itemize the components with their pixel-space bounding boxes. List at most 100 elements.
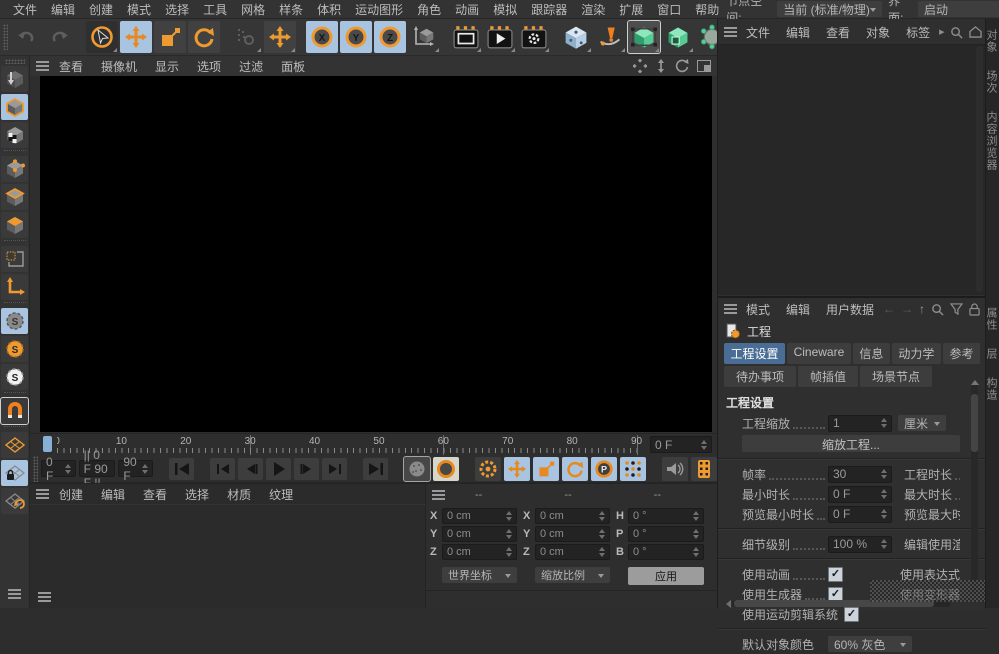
node-space-select[interactable]: 当前 (标准/物理) bbox=[777, 1, 882, 17]
menu-item[interactable]: 帮助 bbox=[688, 1, 726, 18]
menu-item[interactable]: 窗口 bbox=[650, 1, 688, 18]
tab-scene-nodes[interactable]: 场景节点 bbox=[860, 366, 932, 387]
preview-min-input[interactable]: 0 F bbox=[828, 506, 892, 523]
parent-object-icon[interactable]: ↑ bbox=[919, 302, 925, 316]
timeline-scrubber[interactable] bbox=[43, 436, 52, 452]
dock-tab[interactable]: 对象 bbox=[986, 22, 999, 60]
toolbar-grip[interactable] bbox=[5, 59, 25, 64]
dolly-view-icon[interactable] bbox=[655, 59, 667, 73]
menu-item[interactable]: 文件 bbox=[6, 1, 44, 18]
snap-settings-button[interactable]: S bbox=[1, 364, 28, 390]
sound-toggle-button[interactable] bbox=[662, 457, 688, 481]
material-bottom-menu-icon[interactable] bbox=[38, 592, 51, 602]
goto-end-button[interactable] bbox=[363, 458, 388, 480]
spinner-icon[interactable] bbox=[139, 461, 148, 477]
menu-item[interactable]: 编辑 bbox=[44, 1, 82, 18]
key-pla-button[interactable] bbox=[620, 457, 646, 481]
toggle-panel-icon[interactable] bbox=[697, 60, 711, 72]
rotation-p-input[interactable]: 0 ° bbox=[628, 526, 704, 542]
use-motion-clip-checkbox[interactable]: ✓ bbox=[844, 607, 859, 622]
menu-item[interactable]: 渲染 bbox=[574, 1, 612, 18]
render-picture-viewer-button[interactable] bbox=[484, 21, 516, 53]
tab-referencing[interactable]: 参考 bbox=[943, 343, 980, 364]
tab-keyframe-interpolation[interactable]: 帧插值 bbox=[798, 366, 858, 387]
range-start-field[interactable]: 0 F bbox=[41, 460, 76, 477]
dock-tab[interactable]: 属性 bbox=[986, 300, 999, 338]
z-axis-lock-button[interactable]: Z bbox=[374, 21, 406, 53]
attribute-menu-item[interactable]: 用户数据 bbox=[819, 301, 881, 318]
viewport-menu-icon[interactable] bbox=[36, 61, 49, 71]
toolbar-grip[interactable] bbox=[33, 456, 38, 482]
tab-todo[interactable]: 待办事项 bbox=[724, 366, 796, 387]
menu-item[interactable]: 网格 bbox=[234, 1, 272, 18]
key-position-button[interactable] bbox=[504, 457, 530, 481]
y-axis-lock-button[interactable]: Y bbox=[340, 21, 372, 53]
size-z-input[interactable]: 0 cm bbox=[535, 544, 610, 560]
enable-axis-button[interactable] bbox=[1, 274, 28, 300]
lock-icon[interactable] bbox=[969, 303, 980, 316]
scale-tool-button[interactable] bbox=[154, 21, 186, 53]
key-parameter-button[interactable]: P bbox=[591, 457, 617, 481]
default-color-select[interactable]: 60% 灰色 bbox=[828, 636, 912, 652]
viewport-menu-item[interactable]: 过滤 bbox=[231, 58, 271, 75]
spinner-icon[interactable] bbox=[62, 461, 71, 477]
magnet-snap-button[interactable] bbox=[1, 398, 28, 424]
position-z-input[interactable]: 0 cm bbox=[442, 544, 517, 560]
previous-key-button[interactable] bbox=[210, 458, 235, 480]
previous-frame-button[interactable] bbox=[238, 458, 263, 480]
menu-item[interactable]: 工具 bbox=[196, 1, 234, 18]
render-view-button[interactable] bbox=[450, 21, 482, 53]
menu-item[interactable]: 体积 bbox=[310, 1, 348, 18]
material-menu-item[interactable]: 创建 bbox=[51, 486, 91, 503]
position-x-input[interactable]: 0 cm bbox=[442, 508, 517, 524]
use-animation-checkbox[interactable]: ✓ bbox=[828, 567, 843, 582]
menu-item[interactable]: 动画 bbox=[448, 1, 486, 18]
filter-icon[interactable] bbox=[950, 303, 963, 315]
rotate-view-icon[interactable] bbox=[675, 59, 689, 73]
autokeying-button[interactable] bbox=[433, 457, 459, 481]
object-manager-menu-item[interactable]: 编辑 bbox=[779, 24, 817, 41]
viewport-menu-item[interactable]: 面板 bbox=[273, 58, 313, 75]
make-editable-button[interactable] bbox=[1, 66, 28, 92]
menu-item[interactable]: 运动图形 bbox=[348, 1, 410, 18]
attribute-menu-icon[interactable] bbox=[724, 304, 737, 314]
spinner-icon[interactable] bbox=[698, 437, 707, 453]
project-scale-input[interactable]: 1 bbox=[828, 415, 892, 432]
attribute-menu-item[interactable]: 编辑 bbox=[779, 301, 817, 318]
key-rotation-button[interactable] bbox=[562, 457, 588, 481]
menu-item[interactable]: 跟踪器 bbox=[524, 1, 574, 18]
project-scale-unit-select[interactable]: 厘米 bbox=[898, 415, 946, 431]
apply-button[interactable]: 应用 bbox=[628, 567, 704, 585]
align-workplane-button[interactable] bbox=[1, 488, 28, 514]
tab-info[interactable]: 信息 bbox=[853, 343, 890, 364]
size-x-input[interactable]: 0 cm bbox=[535, 508, 610, 524]
material-menu-item[interactable]: 纹理 bbox=[261, 486, 301, 503]
search-icon[interactable] bbox=[950, 26, 963, 39]
history-forward-icon[interactable]: → bbox=[901, 302, 913, 316]
material-menu-item[interactable]: 材质 bbox=[219, 486, 259, 503]
object-list[interactable] bbox=[718, 44, 986, 295]
snap-modes-button[interactable]: S bbox=[1, 336, 28, 362]
search-icon[interactable] bbox=[931, 303, 944, 316]
material-menu-icon[interactable] bbox=[36, 489, 49, 499]
menu-item[interactable]: 扩展 bbox=[612, 1, 650, 18]
current-frame-field[interactable]: 0 F bbox=[650, 436, 712, 453]
viewport-canvas[interactable] bbox=[40, 76, 712, 432]
dock-tab[interactable]: 层 bbox=[986, 341, 999, 367]
coordinate-system-select[interactable]: 世界坐标 bbox=[442, 567, 517, 583]
history-back-icon[interactable]: ← bbox=[883, 302, 895, 316]
instance-button[interactable] bbox=[662, 21, 694, 53]
min-time-input[interactable]: 0 F bbox=[828, 486, 892, 503]
object-manager-menu-item[interactable]: 标签 bbox=[899, 24, 937, 41]
range-field[interactable]: || 0 F 90 F || bbox=[79, 460, 116, 477]
render-settings-button[interactable] bbox=[518, 21, 550, 53]
snap-toggle-button[interactable]: S bbox=[1, 308, 28, 334]
object-manager-menu-icon[interactable] bbox=[724, 27, 737, 37]
scale-project-button[interactable]: 缩放工程... bbox=[742, 435, 960, 452]
keying-settings-button[interactable] bbox=[475, 457, 501, 481]
dock-tab[interactable]: 构造 bbox=[986, 370, 999, 408]
menu-item[interactable]: 样条 bbox=[272, 1, 310, 18]
material-menu-item[interactable]: 查看 bbox=[135, 486, 175, 503]
fps-input[interactable]: 30 bbox=[828, 466, 892, 483]
menu-item[interactable]: 角色 bbox=[410, 1, 448, 18]
